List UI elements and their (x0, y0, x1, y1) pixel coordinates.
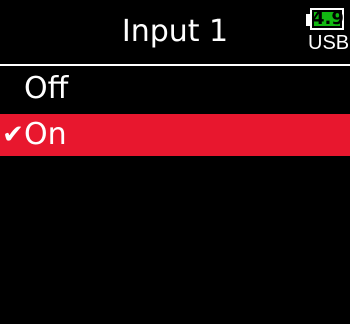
power-source-label: USB (308, 32, 350, 54)
checkmark-icon: ✔ (2, 120, 24, 150)
menu-item-label: Off (24, 71, 69, 106)
header: Input 1 4.9 USB (0, 0, 350, 64)
menu-item-off[interactable]: Off (0, 68, 350, 110)
battery-indicator: 4.9 USB (306, 8, 350, 56)
battery-voltage: 4.9 (312, 8, 344, 29)
option-menu: Off ✔ On (0, 68, 350, 160)
page-title: Input 1 (121, 14, 229, 49)
menu-item-label: On (24, 117, 67, 152)
menu-item-on[interactable]: ✔ On (0, 114, 350, 156)
device-screen: Input 1 4.9 USB Off ✔ On (0, 0, 360, 334)
battery-body: 4.9 (310, 8, 344, 30)
header-divider (0, 64, 350, 66)
display-panel: Input 1 4.9 USB Off ✔ On (0, 0, 350, 324)
